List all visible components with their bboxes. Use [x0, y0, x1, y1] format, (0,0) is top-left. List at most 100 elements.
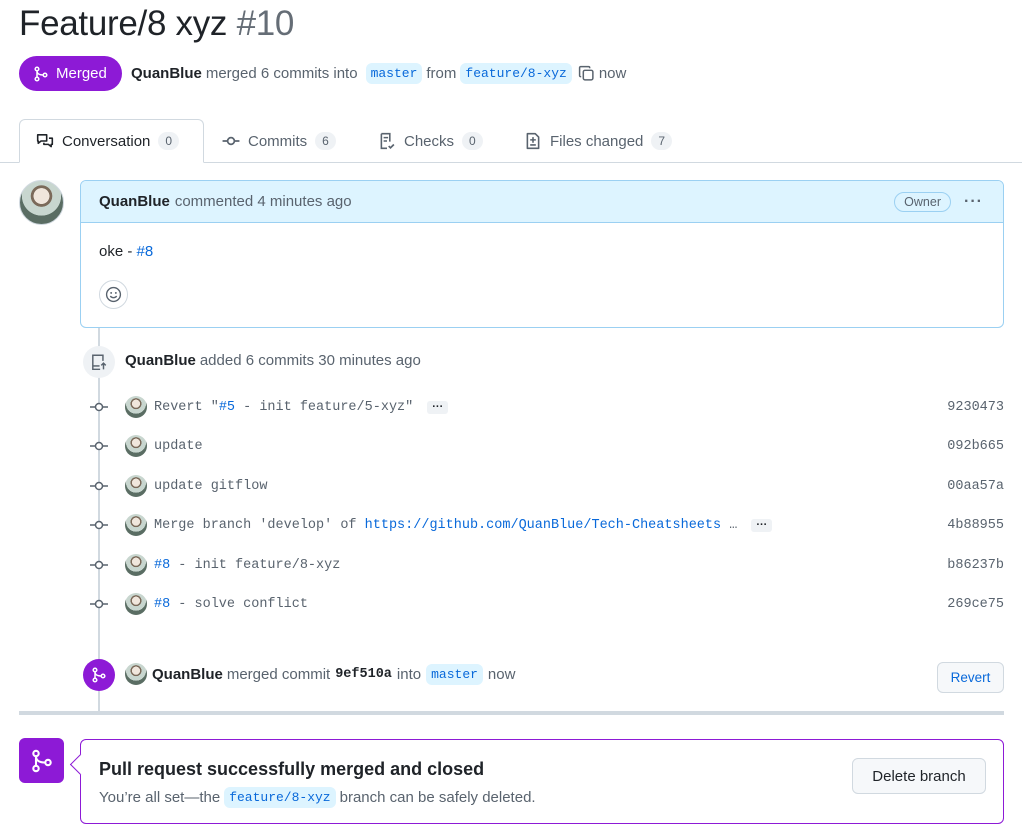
commit-message[interactable]: #8 - init feature/8-xyz	[154, 558, 340, 573]
git-merge-icon	[83, 659, 115, 691]
git-merge-icon	[19, 738, 64, 783]
base-branch[interactable]: master	[426, 663, 483, 685]
commit-row: #8 - solve conflict 269ce75	[88, 592, 1004, 616]
avatar[interactable]	[125, 514, 147, 536]
repo-push-icon	[83, 346, 115, 378]
pr-title-text: Feature/8 xyz	[19, 4, 228, 43]
git-merge-icon	[34, 65, 48, 82]
commit-link[interactable]: #8	[154, 558, 170, 573]
avatar[interactable]	[125, 554, 147, 576]
avatar[interactable]	[19, 180, 64, 225]
event-author[interactable]: QuanBlue	[125, 352, 196, 369]
issue-link[interactable]: #8	[137, 243, 154, 260]
avatar[interactable]	[125, 396, 147, 418]
tab-checks[interactable]: Checks 0	[378, 119, 483, 163]
checklist-icon	[380, 132, 395, 150]
merged-state-badge: Merged	[19, 56, 122, 91]
commit-sha[interactable]: 269ce75	[947, 597, 1004, 612]
from-text: from	[426, 65, 457, 82]
commit-message[interactable]: Revert "#5 - init feature/5-xyz"	[154, 400, 413, 415]
kebab-menu-icon[interactable]: ···	[964, 193, 983, 211]
tab-label: Commits	[248, 132, 308, 150]
comment-text: oke -	[99, 243, 137, 260]
git-commit-icon	[222, 136, 240, 146]
avatar[interactable]	[125, 663, 147, 685]
commit-message[interactable]: Merge branch 'develop' of https://github…	[154, 518, 737, 533]
pr-action: merged 6 commits into	[205, 65, 358, 82]
commit-row: Revert "#5 - init feature/5-xyz" ··· 923…	[88, 395, 1004, 419]
tab-conversation[interactable]: Conversation 0	[19, 119, 204, 163]
event-text: merged commit	[226, 665, 331, 683]
revert-button[interactable]: Revert	[937, 662, 1004, 693]
pr-meta: QuanBlue merged 6 commits into master fr…	[131, 63, 626, 84]
git-commit-icon	[88, 480, 110, 492]
pr-number: #10	[236, 4, 295, 43]
git-commit-icon	[88, 519, 110, 531]
commit-row: update 092b665	[88, 434, 1004, 458]
pr-author[interactable]: QuanBlue	[131, 65, 202, 82]
comment-header: QuanBlue commented 4 minutes ago Owner ·…	[81, 181, 1003, 223]
git-commit-icon	[88, 440, 110, 452]
tab-counter: 0	[462, 132, 483, 150]
added-commits-event: QuanBlue added 6 commits 30 minutes ago	[125, 352, 421, 369]
timeline-divider	[19, 711, 1004, 715]
into-text: into	[396, 665, 422, 683]
owner-badge: Owner	[894, 192, 951, 212]
base-branch[interactable]: master	[365, 63, 423, 84]
pr-tabs: Conversation 0 Commits 6 Checks 0 Files …	[0, 119, 1022, 163]
comment-body: oke - #8	[81, 223, 1003, 280]
pr-title: Feature/8 xyz #10	[19, 4, 294, 44]
tab-files-changed[interactable]: Files changed 7	[524, 119, 673, 163]
avatar[interactable]	[125, 435, 147, 457]
commit-link[interactable]: https://github.com/QuanBlue/Tech-Cheatsh…	[365, 518, 721, 533]
merged-commit-event: QuanBlue merged commit 9ef510a into mast…	[125, 663, 515, 685]
event-author[interactable]: QuanBlue	[152, 666, 223, 683]
pr-time: now	[598, 65, 627, 82]
copy-icon[interactable]	[578, 65, 595, 82]
commit-row: #8 - init feature/8-xyz b86237b	[88, 553, 1004, 577]
head-branch[interactable]: feature/8-xyz	[224, 787, 336, 808]
commit-sha[interactable]: 00aa57a	[947, 479, 1004, 494]
commit-row: Merge branch 'develop' of https://github…	[88, 513, 1004, 537]
merge-status-subtitle: You’re all set—the feature/8-xyz branch …	[99, 787, 536, 808]
commit-sha[interactable]: 092b665	[947, 439, 1004, 454]
tab-label: Conversation	[62, 132, 151, 150]
avatar[interactable]	[125, 475, 147, 497]
tab-label: Files changed	[550, 132, 644, 150]
commit-sha[interactable]: 9230473	[947, 400, 1004, 415]
comment-meta[interactable]: commented 4 minutes ago	[175, 193, 352, 210]
git-commit-icon	[88, 401, 110, 413]
avatar[interactable]	[125, 593, 147, 615]
tab-counter: 0	[158, 132, 180, 150]
smiley-icon	[105, 286, 122, 303]
merge-status-box: Pull request successfully merged and clo…	[80, 739, 1004, 824]
commit-link[interactable]: #5	[219, 400, 235, 415]
commit-message[interactable]: update	[154, 439, 203, 454]
git-commit-icon	[88, 559, 110, 571]
state-label: Merged	[56, 65, 107, 82]
add-reaction-button[interactable]	[99, 280, 128, 309]
event-time: now	[487, 665, 516, 683]
file-diff-icon	[526, 132, 540, 150]
expand-message-button[interactable]: ···	[427, 400, 449, 414]
commit-link[interactable]: #8	[154, 597, 170, 612]
commit-sha[interactable]: 4b88955	[947, 518, 1004, 533]
tab-counter: 7	[651, 132, 673, 150]
head-branch[interactable]: feature/8-xyz	[460, 63, 572, 84]
commit-row: update gitflow 00aa57a	[88, 474, 1004, 498]
merge-commit-sha[interactable]: 9ef510a	[335, 667, 392, 682]
comment-discussion-icon	[36, 134, 54, 148]
tab-commits[interactable]: Commits 6	[222, 119, 336, 163]
commit-message[interactable]: #8 - solve conflict	[154, 597, 308, 612]
comment-author[interactable]: QuanBlue	[99, 193, 170, 210]
tab-label: Checks	[404, 132, 455, 150]
tab-counter: 6	[315, 132, 336, 150]
expand-message-button[interactable]: ···	[751, 518, 773, 532]
delete-branch-button[interactable]: Delete branch	[852, 758, 986, 794]
comment-card: QuanBlue commented 4 minutes ago Owner ·…	[80, 180, 1004, 328]
merge-status-title: Pull request successfully merged and clo…	[99, 759, 485, 779]
commit-sha[interactable]: b86237b	[947, 558, 1004, 573]
commit-message[interactable]: update gitflow	[154, 479, 267, 494]
event-text: added 6 commits 30 minutes ago	[199, 352, 421, 369]
git-commit-icon	[88, 598, 110, 610]
